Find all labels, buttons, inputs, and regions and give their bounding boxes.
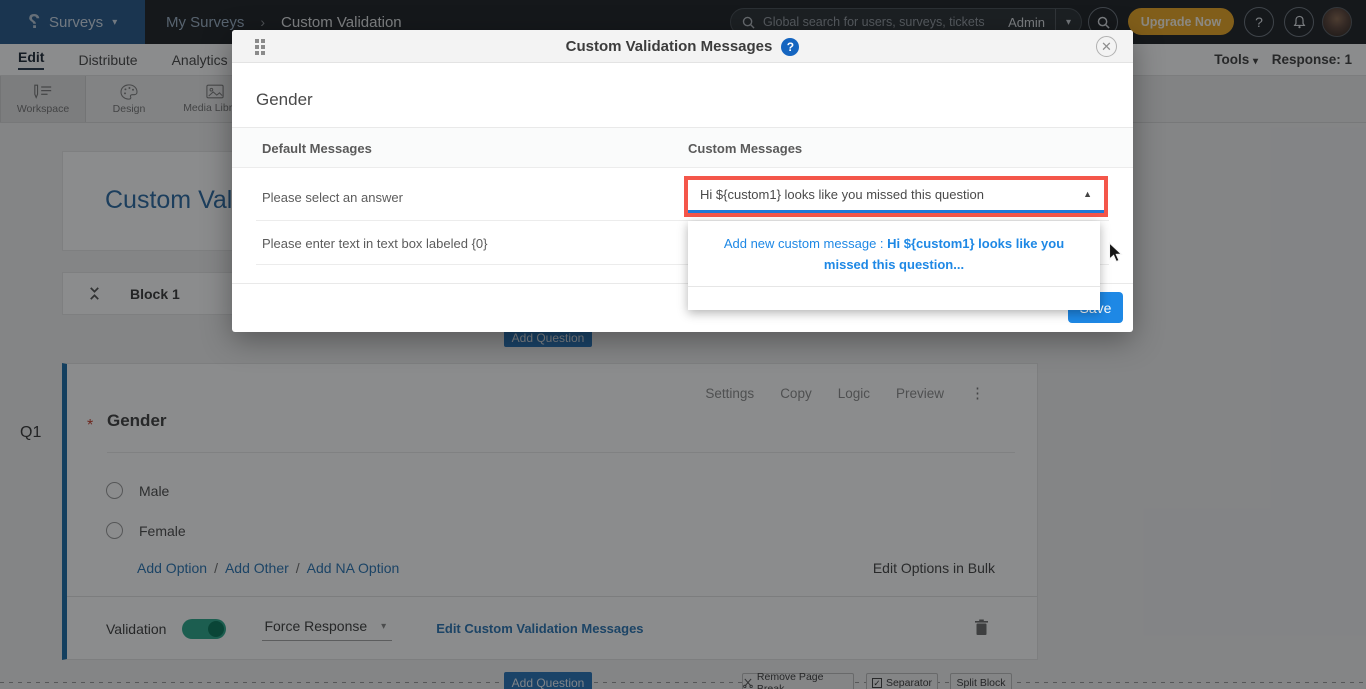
chevron-up-icon: ▲ bbox=[1083, 189, 1092, 201]
mouse-cursor bbox=[1108, 242, 1124, 263]
close-icon[interactable]: ✕ bbox=[1096, 36, 1117, 57]
table-header-row: Default Messages Custom Messages bbox=[232, 128, 1133, 168]
app-window: ? Surveys ▾ My Surveys › Custom Validati… bbox=[0, 0, 1366, 689]
custom-message-select[interactable]: Hi ${custom1} looks like you missed this… bbox=[684, 176, 1108, 217]
modal-title: Custom Validation Messages bbox=[566, 38, 773, 55]
modal-header: Custom Validation Messages ? ✕ bbox=[232, 30, 1133, 63]
column-custom-messages: Custom Messages bbox=[688, 141, 802, 156]
modal-question-title: Gender bbox=[256, 90, 313, 110]
divider bbox=[688, 286, 1100, 287]
custom-message-dropdown: Add new custom message : Hi ${custom1} l… bbox=[688, 221, 1100, 310]
default-message-cell: Please enter text in text box labeled {0… bbox=[262, 236, 488, 251]
custom-message-value: Hi ${custom1} looks like you missed this… bbox=[700, 187, 1083, 204]
add-new-custom-message-option[interactable]: Add new custom message : Hi ${custom1} l… bbox=[704, 233, 1084, 275]
default-message-cell: Please select an answer bbox=[262, 190, 403, 205]
column-default-messages: Default Messages bbox=[262, 141, 372, 156]
help-icon[interactable]: ? bbox=[781, 38, 799, 56]
dropdown-prefix: Add new custom message : bbox=[724, 236, 887, 251]
